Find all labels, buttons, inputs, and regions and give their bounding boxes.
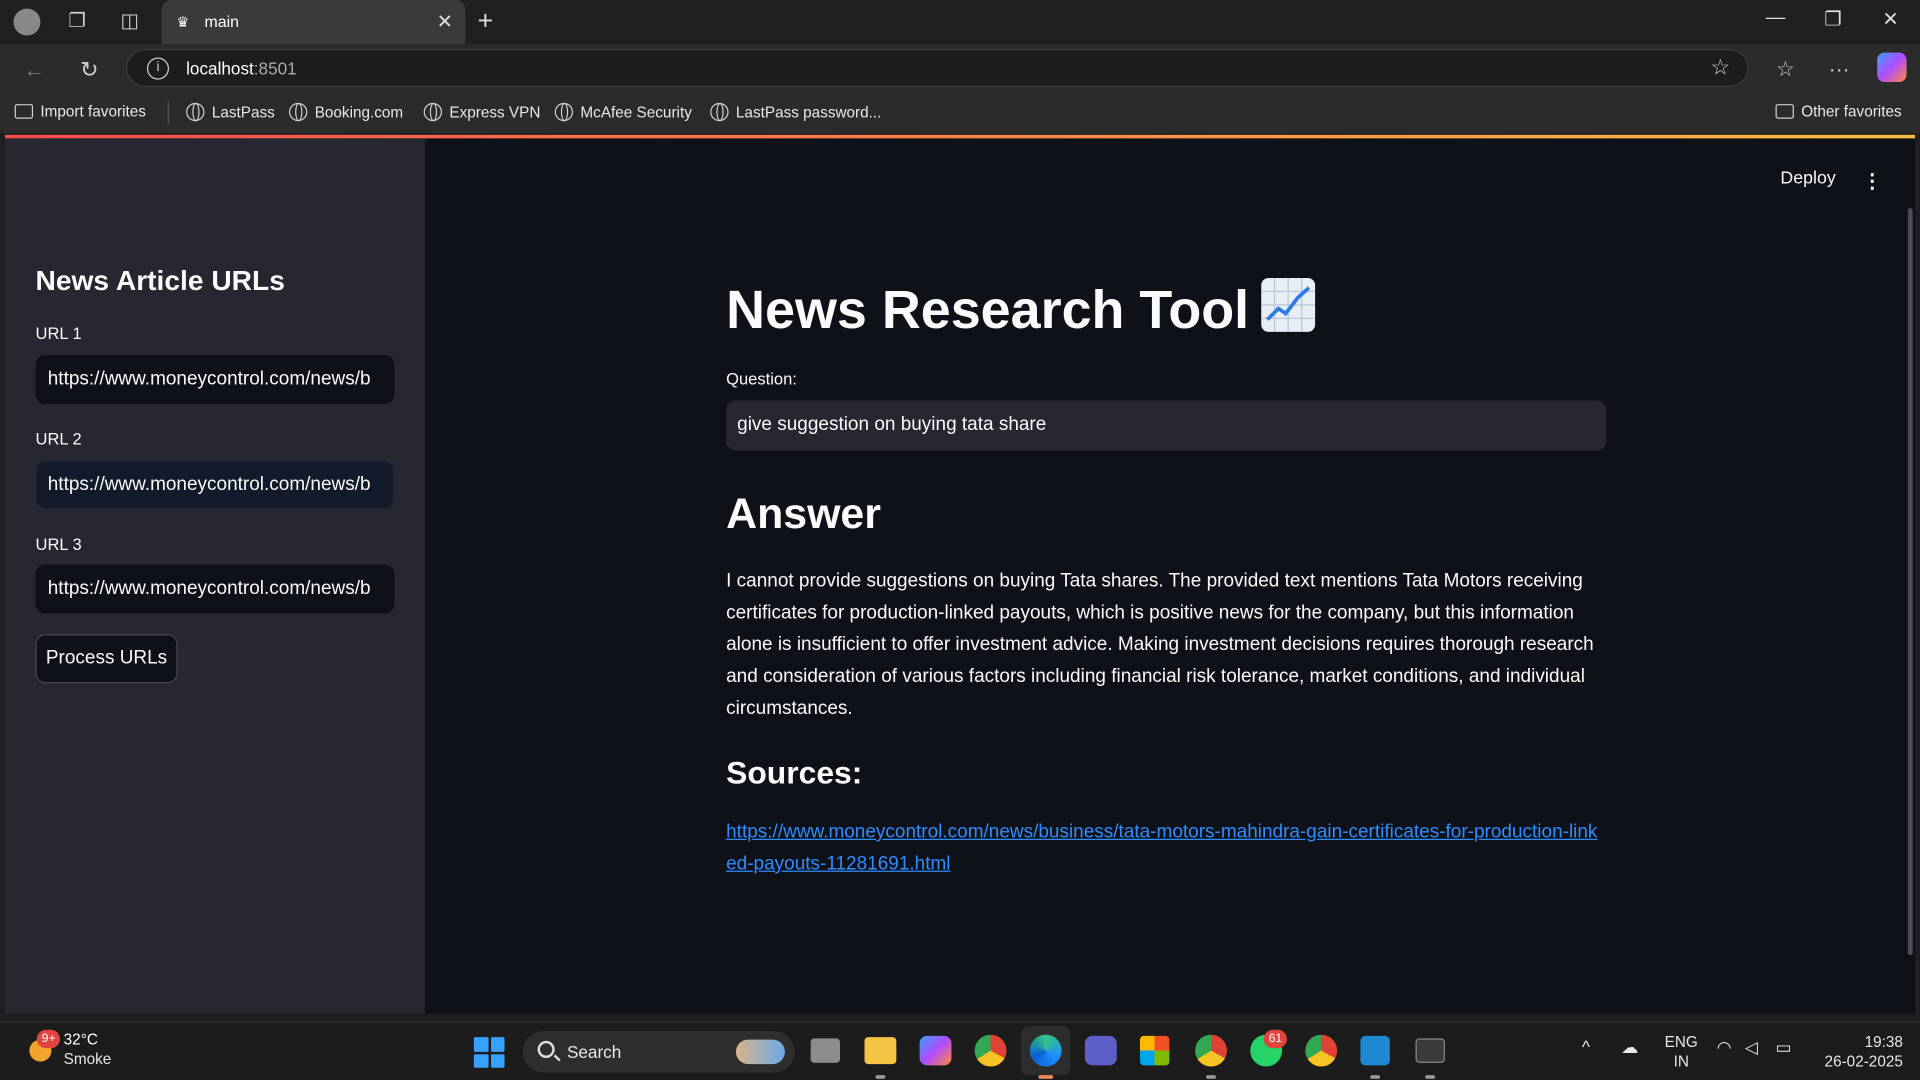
more-options-icon[interactable]: ···: [1823, 54, 1855, 86]
copilot-app-icon[interactable]: [919, 1035, 952, 1066]
chrome-second-icon[interactable]: [1305, 1034, 1338, 1067]
sidebar: News Article URLs URL 1 https://www.mone…: [4, 138, 425, 1014]
workspaces-icon[interactable]: ❐: [62, 7, 91, 36]
deploy-button[interactable]: Deploy: [1780, 169, 1835, 189]
search-label: Search: [566, 1042, 622, 1062]
main-menu-icon[interactable]: ⋮: [1862, 169, 1882, 193]
folder-icon: [1775, 104, 1794, 119]
url1-input[interactable]: https://www.moneycontrol.com/news/b: [35, 355, 395, 405]
microsoft-store-icon[interactable]: [1140, 1035, 1170, 1066]
fav-booking[interactable]: Booking.com: [288, 102, 403, 122]
sidebar-title: News Article URLs: [35, 264, 285, 297]
clock[interactable]: 19:38 26-02-2025: [1810, 1032, 1903, 1071]
teams-icon[interactable]: [1084, 1035, 1117, 1066]
battery-icon[interactable]: ▭: [1776, 1037, 1792, 1058]
chrome-profile-indicator: [1206, 1075, 1216, 1079]
edge-icon[interactable]: [1021, 1026, 1071, 1076]
tab-title: main: [204, 12, 240, 31]
source-link[interactable]: https://www.moneycontrol.com/news/busine…: [726, 817, 1608, 881]
globe-icon: [288, 102, 308, 122]
windows-taskbar: 9+ 32°C Smoke Search 61 ^ ☁ ENGIN ◠ ◁ ▭: [0, 1021, 1920, 1080]
page-scrollbar[interactable]: [1907, 208, 1913, 956]
answer-heading: Answer: [726, 489, 881, 538]
vertical-tabs-icon[interactable]: ◫: [115, 7, 144, 36]
question-label: Question:: [726, 369, 797, 389]
browser-tab-bar: ❐ ◫ ♛ main ✕ + — ❐ ✕: [0, 0, 1920, 45]
minimize-icon[interactable]: —: [1757, 7, 1794, 29]
process-urls-button[interactable]: Process URLs: [35, 634, 178, 684]
favorites-divider: [167, 101, 169, 124]
fav-other-favorites[interactable]: Other favorites: [1775, 103, 1902, 120]
show-hidden-icons[interactable]: ^: [1582, 1037, 1590, 1057]
profile-avatar-icon[interactable]: [12, 7, 41, 36]
file-explorer-icon[interactable]: [864, 1037, 897, 1065]
streamlit-favicon-icon: ♛: [176, 13, 190, 31]
new-tab-icon[interactable]: +: [478, 5, 494, 37]
fav-express-vpn[interactable]: Express VPN: [423, 102, 540, 122]
weather-condition[interactable]: Smoke: [64, 1051, 112, 1068]
url3-input[interactable]: https://www.moneycontrol.com/news/b: [35, 564, 395, 614]
url1-label: URL 1: [35, 324, 82, 343]
close-tab-icon[interactable]: ✕: [437, 10, 453, 34]
tab-main[interactable]: ♛ main ✕: [161, 0, 466, 45]
chrome-icon[interactable]: [974, 1034, 1007, 1067]
globe-icon: [423, 102, 443, 122]
fav-lastpass-password[interactable]: LastPass password...: [710, 102, 881, 122]
back-icon[interactable]: ←: [18, 54, 50, 86]
screen: ❐ ◫ ♛ main ✕ + — ❐ ✕ ← ↻ i localhost:850…: [0, 0, 1920, 1080]
search-highlight-image: [735, 1039, 785, 1065]
copilot-icon[interactable]: [1877, 52, 1907, 83]
chart-increasing-icon: [1261, 277, 1316, 332]
fav-lastpass[interactable]: LastPass: [186, 102, 275, 122]
question-input[interactable]: give suggestion on buying tata share: [726, 400, 1607, 451]
close-window-icon[interactable]: ✕: [1872, 7, 1909, 31]
start-button[interactable]: [473, 1037, 505, 1068]
url2-label: URL 2: [35, 429, 82, 449]
edge-indicator: [1038, 1075, 1054, 1079]
favorites-icon[interactable]: ☆: [1769, 54, 1801, 86]
sources-heading: Sources:: [726, 754, 863, 792]
terminal-icon[interactable]: [1415, 1038, 1445, 1063]
address-row: ← ↻ i localhost:8501 ☆ ☆ ···: [0, 44, 1920, 94]
address-bar[interactable]: i localhost:8501 ☆: [126, 48, 1749, 87]
answer-text: I cannot provide suggestions on buying T…: [726, 570, 1594, 719]
file-explorer-indicator: [875, 1075, 886, 1079]
url-text[interactable]: localhost:8501: [186, 59, 297, 79]
globe-icon: [554, 102, 574, 122]
vscode-indicator: [1370, 1075, 1381, 1079]
streamlit-page: News Article URLs URL 1 https://www.mone…: [4, 134, 1916, 1014]
globe-icon: [710, 102, 729, 122]
url2-input[interactable]: https://www.moneycontrol.com/news/b: [35, 460, 395, 510]
onedrive-icon[interactable]: ☁: [1621, 1037, 1638, 1058]
favorites-bar: Import favorites LastPass Booking.com Ex…: [0, 93, 1920, 134]
language-indicator[interactable]: ENG IN: [1663, 1032, 1700, 1071]
terminal-indicator: [1425, 1075, 1436, 1079]
chrome-profile-icon[interactable]: [1195, 1034, 1227, 1067]
task-view-icon[interactable]: [810, 1038, 841, 1063]
temperature[interactable]: 32°C: [64, 1031, 98, 1048]
taskbar-search[interactable]: Search: [522, 1031, 795, 1073]
site-info-icon[interactable]: i: [146, 57, 169, 80]
wifi-icon[interactable]: ◠: [1717, 1037, 1732, 1058]
fav-import-favorites[interactable]: Import favorites: [14, 103, 146, 120]
globe-icon: [186, 102, 205, 122]
restore-icon[interactable]: ❐: [1815, 7, 1852, 31]
volume-icon[interactable]: ◁: [1745, 1037, 1758, 1058]
vscode-icon[interactable]: [1360, 1035, 1390, 1066]
refresh-icon[interactable]: ↻: [73, 54, 105, 86]
search-icon: [537, 1040, 555, 1058]
fav-mcafee[interactable]: McAfee Security: [554, 102, 692, 122]
weather-badge: 9+: [36, 1029, 61, 1049]
url3-label: URL 3: [35, 535, 82, 554]
page-title: News Research Tool: [726, 277, 1316, 342]
whatsapp-badge: 61: [1263, 1029, 1288, 1049]
import-icon: [14, 104, 34, 119]
favorite-star-icon[interactable]: ☆: [1710, 55, 1730, 81]
